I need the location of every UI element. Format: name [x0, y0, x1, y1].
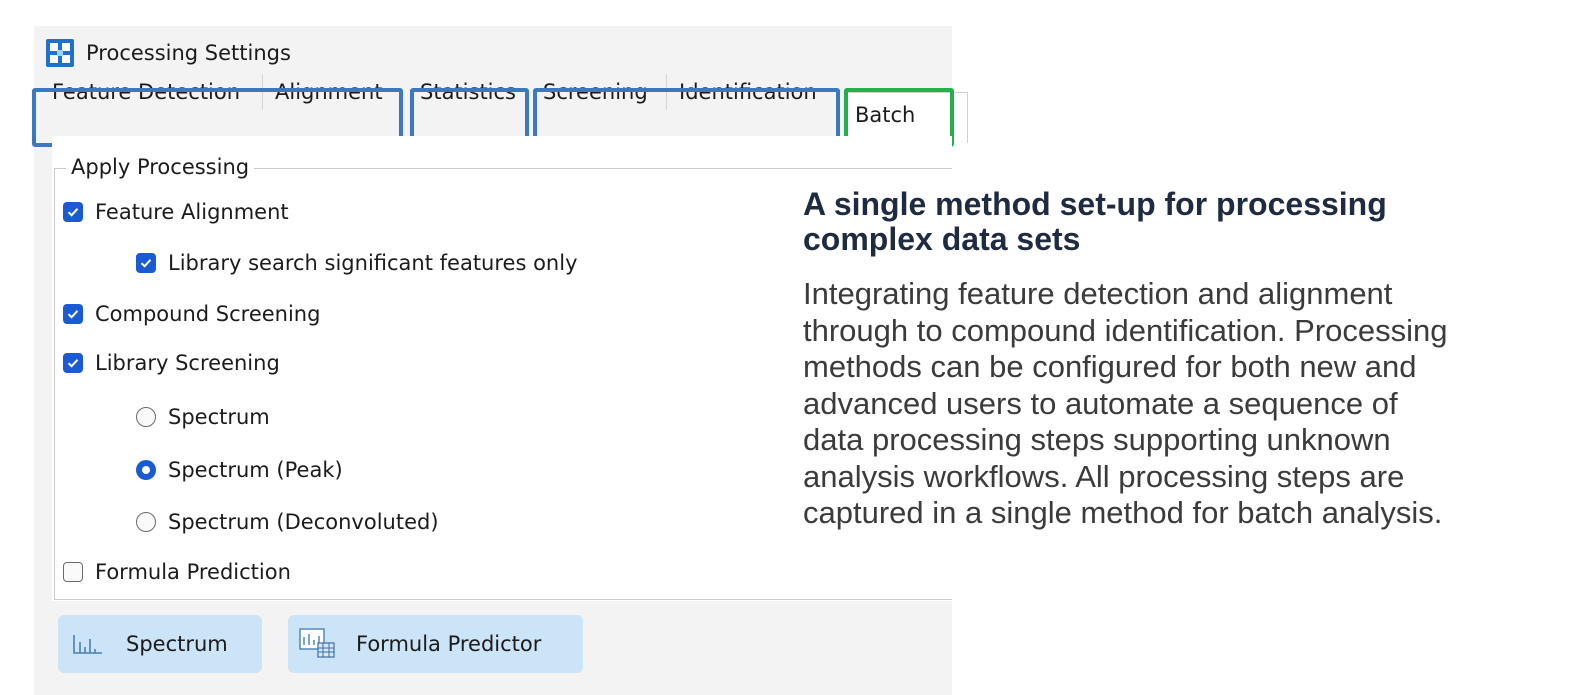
tab-screening[interactable]: Screening — [543, 74, 648, 110]
feature-alignment-label: Feature Alignment — [95, 200, 289, 224]
body-line: advanced users to automate a sequence of — [803, 385, 1398, 421]
checkmark-icon — [67, 310, 79, 319]
processing-app-icon — [46, 39, 74, 67]
checkmark-icon — [67, 359, 79, 368]
body-line: analysis workflows. All processing steps… — [803, 458, 1405, 494]
feature-alignment-checkbox[interactable] — [63, 202, 83, 222]
spectrum-peak-label: Spectrum (Peak) — [168, 458, 343, 482]
spectrum-peak-option[interactable]: Spectrum (Peak) — [136, 458, 343, 482]
library-search-significant-checkbox[interactable] — [136, 253, 156, 273]
spectrum-button[interactable]: Spectrum — [58, 615, 262, 673]
group-legend: Apply Processing — [66, 153, 255, 181]
body-line: methods can be configured for both new a… — [803, 349, 1417, 384]
checkmark-icon — [140, 259, 152, 268]
formula-prediction-option[interactable]: Formula Prediction — [63, 560, 291, 584]
spectrum-option[interactable]: Spectrum — [136, 405, 270, 429]
description-headline: A single method set-up for processing co… — [803, 187, 1563, 257]
title-bar: Processing Settings — [46, 38, 291, 68]
library-search-significant-option[interactable]: Library search significant features only — [136, 251, 578, 275]
library-screening-option[interactable]: Library Screening — [63, 351, 280, 375]
formula-prediction-label: Formula Prediction — [95, 560, 291, 584]
tab-identification[interactable]: Identification — [679, 74, 817, 110]
description-body: Integrating feature detection and alignm… — [803, 276, 1576, 532]
tab-divider — [666, 74, 667, 110]
tab-alignment[interactable]: Alignment — [275, 74, 383, 110]
tab-divider — [262, 74, 263, 110]
body-line: data processing steps supporting unknown — [803, 422, 1391, 457]
headline-line: A single method set-up for processing — [803, 186, 1387, 222]
spectrum-deconvoluted-option[interactable]: Spectrum (Deconvoluted) — [136, 510, 439, 534]
library-screening-checkbox[interactable] — [63, 353, 83, 373]
compound-screening-option[interactable]: Compound Screening — [63, 302, 320, 326]
formula-predictor-button[interactable]: Formula Predictor — [288, 615, 583, 673]
tab-feature-detection[interactable]: Feature Detection — [52, 74, 240, 110]
spectrum-deconvoluted-label: Spectrum (Deconvoluted) — [168, 510, 439, 534]
body-line: captured in a single method for batch an… — [803, 495, 1443, 530]
body-line: through to compound identification. Proc… — [803, 312, 1448, 348]
spectrum-chart-icon — [73, 635, 102, 654]
spectrum-button-label: Spectrum — [126, 632, 228, 656]
window-title: Processing Settings — [86, 41, 291, 65]
library-search-significant-label: Library search significant features only — [168, 251, 578, 275]
spectrum-peak-radio[interactable] — [136, 460, 156, 480]
body-line: Integrating feature detection and alignm… — [803, 276, 1393, 311]
checkmark-icon — [67, 208, 79, 217]
formula-prediction-checkbox[interactable] — [63, 562, 83, 582]
spectrum-radio[interactable] — [136, 407, 156, 427]
tab-statistics[interactable]: Statistics — [420, 74, 516, 110]
feature-alignment-option[interactable]: Feature Alignment — [63, 200, 289, 224]
compound-screening-checkbox[interactable] — [63, 304, 83, 324]
library-screening-label: Library Screening — [95, 351, 280, 375]
spectrum-deconvoluted-radio[interactable] — [136, 512, 156, 532]
headline-line: complex data sets — [803, 221, 1081, 257]
compound-screening-label: Compound Screening — [95, 302, 321, 326]
spectrum-label: Spectrum — [168, 405, 270, 429]
formula-predictor-button-label: Formula Predictor — [356, 632, 542, 656]
formula-predictor-icon — [299, 628, 335, 658]
